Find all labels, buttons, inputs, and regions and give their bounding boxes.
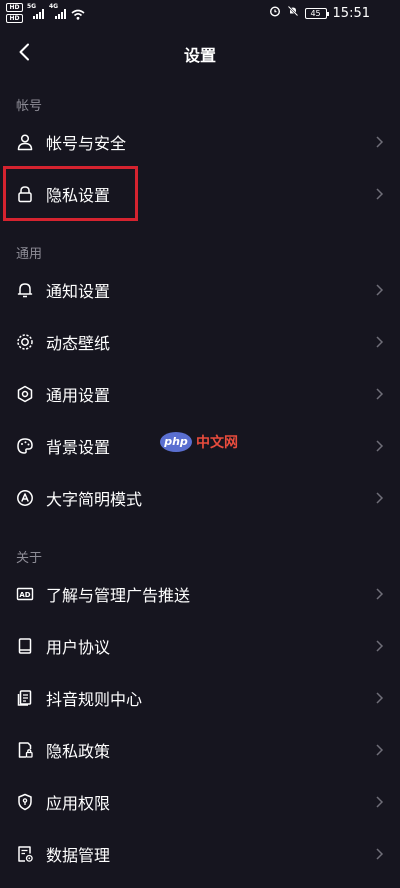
settings-item-label: 应用权限 <box>46 794 111 813</box>
settings-item-label: 背景设置 <box>46 438 111 457</box>
settings-item-label: 用户协议 <box>46 638 111 657</box>
page-title: 设置 <box>183 46 216 65</box>
settings-item-label: 了解与管理广告推送 <box>46 586 191 605</box>
section-label-account: 帐号 <box>16 99 43 114</box>
chevron-right-icon <box>376 744 384 756</box>
settings-item-label: 通知设置 <box>46 282 111 301</box>
palette-icon <box>16 437 34 455</box>
watermark: php 中文网 <box>160 432 238 452</box>
settings-item-label: 隐私设置 <box>46 186 111 205</box>
settings-screen: HD HD 5G 4G 45 15:51 设置 帐号 帐号与安全 隐私设置 通用… <box>0 0 400 888</box>
status-bar: HD HD 5G 4G 45 15:51 <box>0 0 400 28</box>
rules-icon <box>16 689 34 707</box>
book-icon <box>16 637 34 655</box>
chevron-right-icon <box>376 588 384 600</box>
chevron-right-icon <box>376 136 384 148</box>
settings-item-label: 通用设置 <box>46 386 111 405</box>
settings-item-label: 隐私政策 <box>46 742 111 761</box>
settings-item-rules-center[interactable]: 抖音规则中心 <box>0 674 400 722</box>
user-icon <box>16 133 34 151</box>
settings-item-general-settings[interactable]: 通用设置 <box>0 370 400 418</box>
chevron-right-icon <box>376 336 384 348</box>
settings-item-notifications[interactable]: 通知设置 <box>0 266 400 314</box>
cellular-signal-icon: 5G <box>27 3 45 19</box>
settings-item-label: 帐号与安全 <box>46 134 127 153</box>
chevron-right-icon <box>376 492 384 504</box>
chevron-right-icon <box>376 188 384 200</box>
settings-item-label: 数据管理 <box>46 846 111 865</box>
wallpaper-icon <box>16 333 34 351</box>
settings-item-data-management[interactable]: 数据管理 <box>0 830 400 878</box>
status-right: 45 15:51 <box>269 5 370 21</box>
gear-icon <box>16 385 34 403</box>
cellular-signal-icon: 4G <box>49 3 67 19</box>
lock-icon <box>16 185 34 203</box>
chevron-right-icon <box>376 848 384 860</box>
settings-item-app-permissions[interactable]: 应用权限 <box>0 778 400 826</box>
watermark-text: 中文网 <box>196 435 238 451</box>
settings-item-privacy-settings[interactable]: 隐私设置 <box>0 170 400 218</box>
hd-badge: HD <box>6 3 23 12</box>
settings-item-user-agreement[interactable]: 用户协议 <box>0 622 400 670</box>
battery-icon: 45 <box>304 7 329 19</box>
ad-icon: AD <box>16 585 34 603</box>
privacy-doc-icon <box>16 741 34 759</box>
settings-item-label: 动态壁纸 <box>46 334 111 353</box>
chevron-right-icon <box>376 796 384 808</box>
chevron-right-icon <box>376 640 384 652</box>
wifi-icon <box>71 5 85 24</box>
clock: 15:51 <box>332 5 370 21</box>
chevron-right-icon <box>376 284 384 296</box>
settings-item-privacy-policy[interactable]: 隐私政策 <box>0 726 400 774</box>
hd-badge: HD <box>6 14 23 23</box>
settings-item-label: 大字简明模式 <box>46 490 143 509</box>
chevron-right-icon <box>376 388 384 400</box>
top-bar: 设置 <box>0 36 400 68</box>
svg-text:AD: AD <box>19 591 30 599</box>
alarm-icon <box>269 5 281 21</box>
hd-indicators: HD HD <box>6 3 23 23</box>
section-label-general: 通用 <box>16 247 43 262</box>
bell-icon <box>16 281 34 299</box>
settings-item-live-wallpaper[interactable]: 动态壁纸 <box>0 318 400 366</box>
font-mode-icon <box>16 489 34 507</box>
shield-icon <box>16 793 34 811</box>
chevron-right-icon <box>376 692 384 704</box>
status-left: HD HD 5G 4G <box>6 3 85 24</box>
chevron-right-icon <box>376 440 384 452</box>
mute-bell-icon <box>287 5 299 21</box>
settings-item-account-security[interactable]: 帐号与安全 <box>0 118 400 166</box>
section-label-about: 关于 <box>16 551 43 566</box>
settings-item-ad-management[interactable]: AD 了解与管理广告推送 <box>0 570 400 618</box>
watermark-logo: php <box>160 432 192 452</box>
settings-item-large-font-mode[interactable]: 大字简明模式 <box>0 474 400 522</box>
data-manage-icon <box>16 845 34 863</box>
settings-item-label: 抖音规则中心 <box>46 690 143 709</box>
